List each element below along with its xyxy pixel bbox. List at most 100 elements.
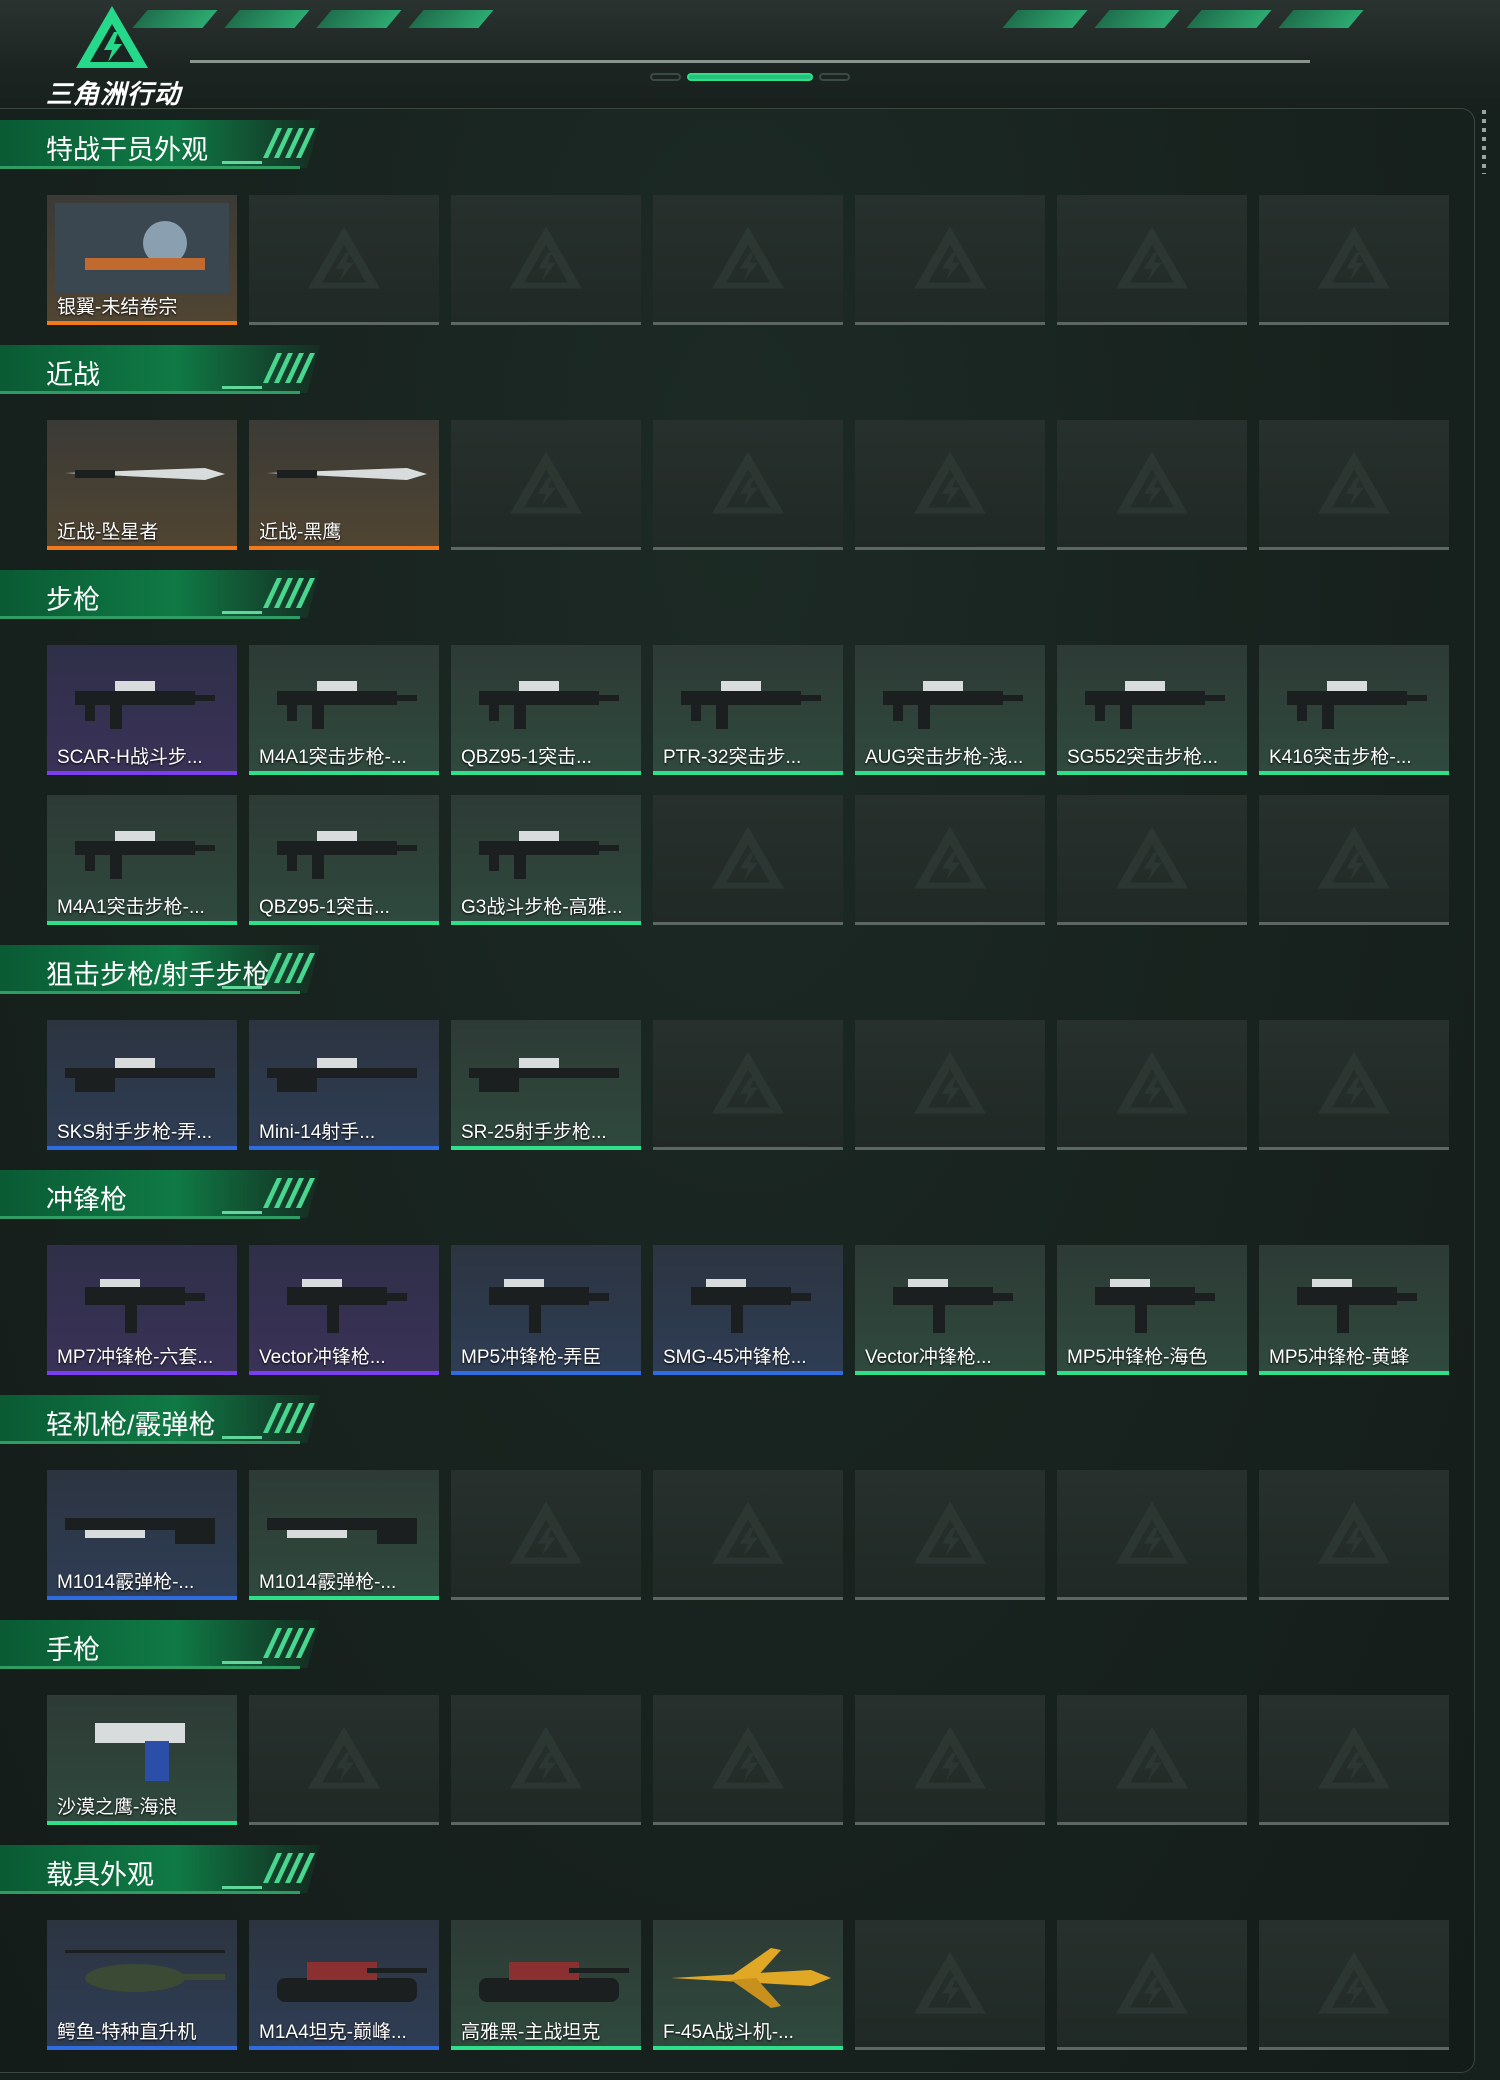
placeholder-logo-icon <box>712 1501 784 1564</box>
section-title: 狙击步枪/射手步枪 <box>46 960 270 990</box>
section-5: 轻机枪/霰弹枪 M1014霰弹枪-... M1014霰弹枪-... <box>0 1395 1475 1600</box>
placeholder-logo-icon <box>510 1501 582 1564</box>
placeholder-logo-icon <box>308 1726 380 1789</box>
rifle-icon <box>1085 681 1225 729</box>
item-card[interactable]: Vector冲锋枪... <box>855 1245 1045 1375</box>
rifle-icon <box>883 681 1023 729</box>
empty-slot <box>451 195 641 325</box>
item-card[interactable]: K416突击步枪-... <box>1259 645 1449 775</box>
placeholder-logo-icon <box>914 1501 986 1564</box>
rarity-bar <box>855 771 1045 775</box>
item-card[interactable]: QBZ95-1突击... <box>451 645 641 775</box>
top-banner: 三角洲行动 <box>0 0 1500 110</box>
section-7: 载具外观 鳄鱼-特种直升机 M1A4坦克-巅峰... 高雅黑-主战坦克 F-45A战斗机… <box>0 1845 1475 2050</box>
item-card[interactable]: M1014霰弹枪-... <box>47 1470 237 1600</box>
header-underline <box>0 391 300 394</box>
item-card[interactable]: M4A1突击步枪-... <box>47 795 237 925</box>
section-header: 手枪 <box>0 1620 330 1670</box>
empty-slot <box>1259 1920 1449 2050</box>
placeholder-logo-icon <box>712 1051 784 1114</box>
item-label: G3战斗步枪-高雅... <box>461 897 623 918</box>
item-card[interactable]: 沙漠之鹰-海浪 <box>47 1695 237 1825</box>
operator-skin-icon <box>55 203 229 293</box>
placeholder-logo-icon <box>1318 226 1390 289</box>
rarity-bar <box>451 771 641 775</box>
tank-icon <box>479 1962 629 2002</box>
item-label: M1A4坦克-巅峰... <box>259 2022 407 2043</box>
empty-slot <box>653 795 843 925</box>
empty-slot <box>1057 1695 1247 1825</box>
item-card[interactable]: MP5冲锋枪-黄蜂 <box>1259 1245 1449 1375</box>
item-card[interactable]: SKS射手步枪-弄... <box>47 1020 237 1150</box>
item-card[interactable]: SCAR-H战斗步... <box>47 645 237 775</box>
placeholder-logo-icon <box>1318 1051 1390 1114</box>
item-card[interactable]: 近战-坠星者 <box>47 420 237 550</box>
item-label: SR-25射手步枪... <box>461 1122 607 1143</box>
item-card[interactable]: Mini-14射手... <box>249 1020 439 1150</box>
placeholder-logo-icon <box>914 451 986 514</box>
placeholder-logo-icon <box>914 1951 986 2014</box>
section-title: 轻机枪/霰弹枪 <box>46 1410 216 1440</box>
smg-icon <box>1095 1279 1215 1333</box>
item-card[interactable]: F-45A战斗机-... <box>653 1920 843 2050</box>
smg-icon <box>85 1279 205 1333</box>
header-underline <box>0 1666 300 1669</box>
shotgun-icon <box>65 1518 215 1544</box>
placeholder-logo-icon <box>1116 1501 1188 1564</box>
smg-icon <box>691 1279 811 1333</box>
rarity-bar <box>249 546 439 550</box>
empty-slot <box>855 1020 1045 1150</box>
item-card[interactable]: SMG-45冲锋枪... <box>653 1245 843 1375</box>
rarity-bar <box>451 921 641 925</box>
item-card[interactable]: 近战-黑鹰 <box>249 420 439 550</box>
item-card[interactable]: 鳄鱼-特种直升机 <box>47 1920 237 2050</box>
item-label: MP5冲锋枪-海色 <box>1067 1347 1208 1368</box>
section-title: 步枪 <box>46 585 100 615</box>
rarity-bar <box>249 1146 439 1150</box>
item-card[interactable]: MP5冲锋枪-弄臣 <box>451 1245 641 1375</box>
rarity-bar <box>47 1371 237 1375</box>
item-grid: MP7冲锋枪-六套... Vector冲锋枪... MP5冲锋枪-弄臣 SMG-45冲… <box>47 1245 1449 1375</box>
rarity-bar <box>653 2046 843 2050</box>
placeholder-logo-icon <box>1318 826 1390 889</box>
placeholder-logo-icon <box>914 826 986 889</box>
empty-slot <box>653 1020 843 1150</box>
item-card[interactable]: PTR-32突击步... <box>653 645 843 775</box>
item-card[interactable]: M1A4坦克-巅峰... <box>249 1920 439 2050</box>
item-card[interactable]: M1014霰弹枪-... <box>249 1470 439 1600</box>
item-card[interactable]: M4A1突击步枪-... <box>249 645 439 775</box>
item-card[interactable]: Vector冲锋枪... <box>249 1245 439 1375</box>
rarity-bar <box>249 921 439 925</box>
item-label: SKS射手步枪-弄... <box>57 1122 213 1143</box>
empty-slot <box>1057 420 1247 550</box>
item-card[interactable]: QBZ95-1突击... <box>249 795 439 925</box>
smg-icon <box>893 1279 1013 1333</box>
section-6: 手枪沙漠之鹰-海浪 <box>0 1620 1475 1825</box>
item-card[interactable]: 银翼-未结卷宗 <box>47 195 237 325</box>
item-card[interactable]: G3战斗步枪-高雅... <box>451 795 641 925</box>
item-card[interactable]: AUG突击步枪-浅... <box>855 645 1045 775</box>
section-header: 步枪 <box>0 570 330 620</box>
empty-slot <box>249 1695 439 1825</box>
item-card[interactable]: MP7冲锋枪-六套... <box>47 1245 237 1375</box>
empty-slot <box>855 420 1045 550</box>
section-header: 冲锋枪 <box>0 1170 330 1220</box>
item-label: 沙漠之鹰-海浪 <box>57 1797 178 1818</box>
scroll-indicator[interactable] <box>1482 110 1486 174</box>
rarity-bar <box>47 771 237 775</box>
header-underline <box>0 616 300 619</box>
item-card[interactable]: MP5冲锋枪-海色 <box>1057 1245 1247 1375</box>
empty-slot <box>1259 795 1449 925</box>
item-card[interactable]: SR-25射手步枪... <box>451 1020 641 1150</box>
section-title: 冲锋枪 <box>46 1185 127 1215</box>
section-header: 近战 <box>0 345 330 395</box>
empty-slot <box>451 1470 641 1600</box>
placeholder-logo-icon <box>1318 451 1390 514</box>
item-card[interactable]: SG552突击步枪... <box>1057 645 1247 775</box>
smg-icon <box>1297 1279 1417 1333</box>
empty-slot <box>1057 1470 1247 1600</box>
item-card[interactable]: 高雅黑-主战坦克 <box>451 1920 641 2050</box>
placeholder-logo-icon <box>712 826 784 889</box>
item-label: Vector冲锋枪... <box>865 1347 992 1368</box>
logo-text: 三角洲行动 <box>46 79 182 109</box>
